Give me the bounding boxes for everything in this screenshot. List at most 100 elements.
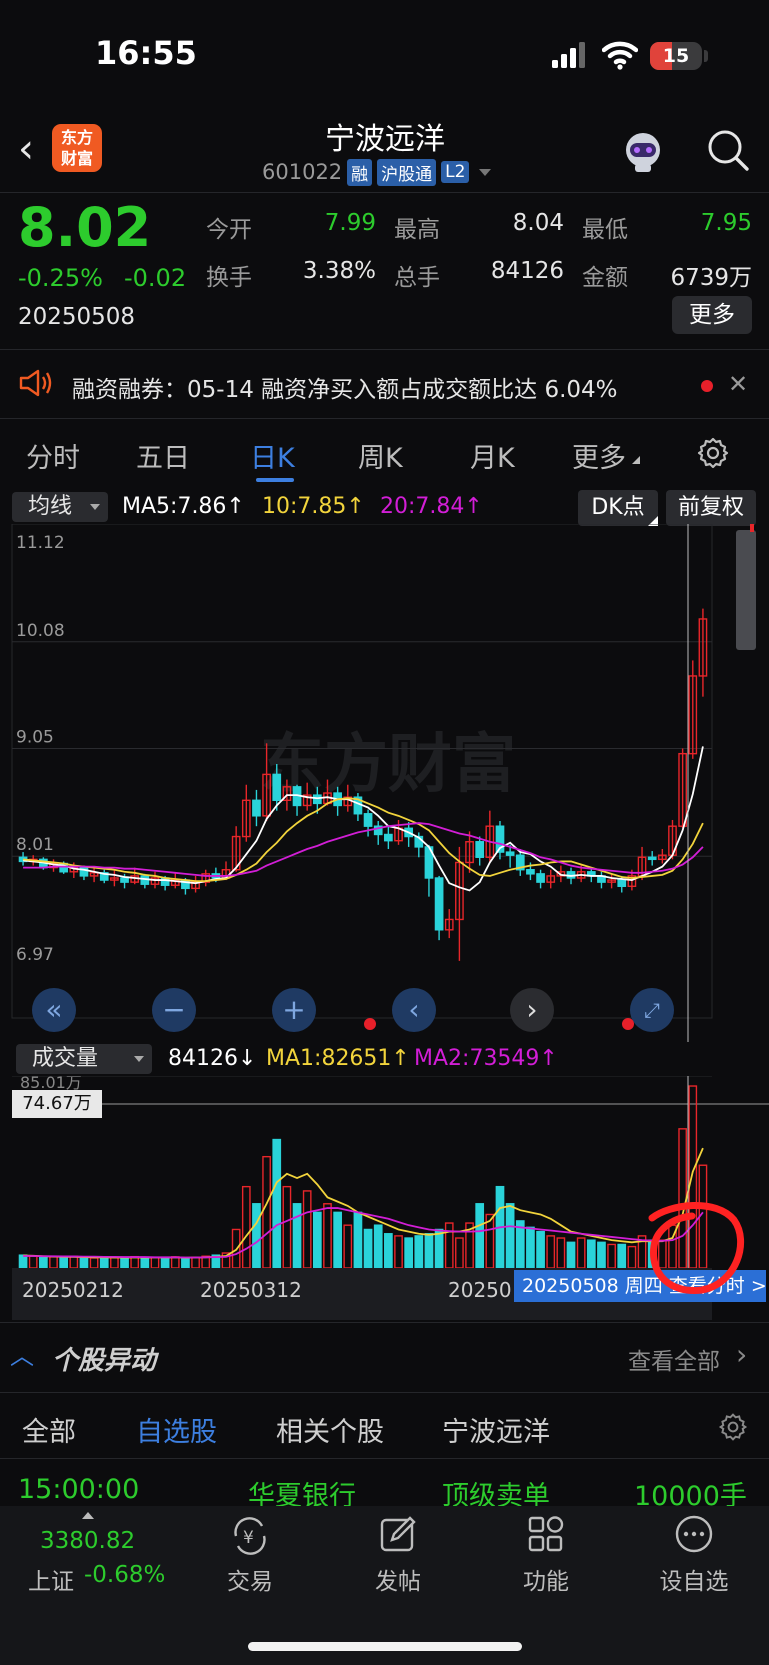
change-amount: -0.02 (124, 264, 187, 292)
candle-body (505, 851, 515, 856)
nav-trade-label[interactable]: 交易 (210, 1562, 290, 1596)
fullscreen-button[interactable]: ⤢ (630, 988, 674, 1032)
volume-bar (181, 1257, 190, 1269)
volume-bar (79, 1256, 89, 1269)
stock-title: 宁波远洋 (325, 122, 445, 157)
settings-gear-icon[interactable] (696, 436, 730, 470)
volume-readout: 84126↓ (168, 1046, 257, 1071)
volume-bar (556, 1237, 566, 1269)
volume-bar (353, 1211, 363, 1269)
divider (0, 1458, 769, 1459)
dropdown-triangle-icon (90, 504, 100, 510)
volume-bar (170, 1256, 180, 1269)
tab-weekly-k[interactable]: 周K (358, 436, 403, 475)
volume-bar (576, 1237, 586, 1269)
vol-ma1-line (23, 1147, 704, 1259)
candle-body (617, 879, 627, 887)
nav-post-label[interactable]: 发帖 (358, 1562, 438, 1596)
search-icon[interactable] (706, 128, 750, 172)
back-arrow-icon[interactable]: ‹ (18, 126, 34, 172)
volume-bar (69, 1255, 79, 1269)
vol-ma2-readout: MA2:73549↑ (414, 1046, 558, 1071)
ma10-readout: 10:7.85↑ (262, 494, 365, 519)
zoom-out-button[interactable]: − (152, 988, 196, 1032)
close-icon[interactable]: ✕ (728, 370, 748, 398)
status-time: 16:55 (95, 34, 197, 72)
volume-bar (333, 1211, 342, 1269)
open-value: 7.99 (324, 210, 376, 236)
volume-bar (373, 1224, 383, 1269)
y-tick-label: 8.01 (16, 835, 54, 855)
index-name[interactable]: 上证 (28, 1562, 74, 1596)
tab-more[interactable]: 更多 (572, 436, 626, 475)
y-tick-label: 9.05 (16, 727, 54, 747)
nav-function-label[interactable]: 功能 (506, 1562, 586, 1596)
tab-five-day[interactable]: 五日 (136, 436, 190, 475)
subtab-stock[interactable]: 宁波远洋 (442, 1410, 550, 1449)
indicator-select[interactable]: 均线 (12, 492, 108, 522)
stock-code-row[interactable]: 601022 融 沪股通 L2 (262, 158, 492, 186)
candle-body (526, 869, 535, 875)
settings-gear-icon[interactable] (718, 1412, 748, 1442)
change-percent: -0.25% (18, 264, 103, 292)
expand-up-icon[interactable] (82, 1512, 94, 1519)
scroll-left-button[interactable]: ‹ (392, 988, 436, 1032)
scroll-left-fast-button[interactable]: « (32, 988, 76, 1032)
tab-monthly-k[interactable]: 月K (470, 436, 515, 475)
l2-tag: L2 (441, 161, 470, 183)
subtab-watchlist[interactable]: 自选股 (136, 1410, 217, 1449)
nav-watchlist-label[interactable]: 设自选 (654, 1562, 734, 1596)
volume-bar (150, 1256, 160, 1269)
divider (0, 349, 769, 350)
tab-daily-k[interactable]: 日K (250, 436, 295, 475)
add-watchlist-icon[interactable] (674, 1514, 714, 1554)
y-tick-label: 6.97 (16, 945, 54, 965)
volume-bar (18, 1254, 28, 1269)
divider (0, 192, 769, 193)
subtab-all[interactable]: 全部 (22, 1410, 76, 1449)
collapse-chevron-icon[interactable]: ︿ (10, 1336, 34, 1371)
zoom-in-button[interactable]: + (272, 988, 316, 1032)
volume-bar (627, 1245, 637, 1269)
kline-chart[interactable]: 东方财富 11.1210.089.058.016.97 (0, 524, 769, 1042)
dk-point-button[interactable]: DK点 (578, 490, 658, 526)
subtab-related[interactable]: 相关个股 (276, 1410, 384, 1449)
volume-bar (160, 1257, 170, 1269)
volume-value: 84126 (490, 258, 564, 284)
index-value[interactable]: 3380.82 (40, 1528, 135, 1554)
function-grid-icon[interactable] (526, 1514, 566, 1554)
volume-bar (252, 1203, 261, 1269)
index-change[interactable]: -0.68% (84, 1562, 165, 1588)
x-axis-label: 20250312 (200, 1278, 302, 1302)
volume-bar (404, 1237, 414, 1269)
volume-bar (89, 1257, 99, 1269)
scroll-thumb[interactable] (736, 530, 756, 650)
event-time: 15:00:00 (18, 1474, 140, 1505)
connect-tag: 沪股通 (377, 158, 437, 186)
volume-bar (323, 1203, 332, 1269)
app-logo: 东方 财富 (52, 124, 102, 172)
chevron-down-icon (479, 168, 492, 176)
volume-bar (241, 1185, 251, 1269)
more-quote-button[interactable]: 更多 (672, 296, 752, 334)
last-price: 8.02 (18, 196, 152, 259)
tab-intraday[interactable]: 分时 (26, 436, 80, 475)
svg-text:¥: ¥ (243, 1528, 254, 1548)
volume-bar (526, 1226, 535, 1269)
volume-label: 总手 (394, 265, 440, 291)
robot-assistant-icon[interactable] (620, 128, 666, 174)
divider (0, 1322, 769, 1323)
volume-bar (475, 1203, 485, 1269)
divider (0, 418, 769, 419)
adjust-button[interactable]: 前复权 (666, 490, 756, 526)
post-edit-icon[interactable] (378, 1514, 418, 1554)
trade-icon[interactable]: ¥ (228, 1516, 272, 1556)
candle-body (120, 877, 129, 883)
scroll-right-button[interactable]: › (510, 988, 554, 1032)
volume-bar (424, 1233, 434, 1269)
view-all-link[interactable]: 查看全部 (628, 1342, 720, 1376)
volume-bar (302, 1190, 312, 1269)
volume-indicator-select[interactable]: 成交量 (16, 1044, 152, 1074)
news-ticker-text[interactable]: 融资融券：05-14 融资净买入额占成交额比达 6.04% (72, 370, 618, 404)
unread-dot (701, 380, 713, 392)
